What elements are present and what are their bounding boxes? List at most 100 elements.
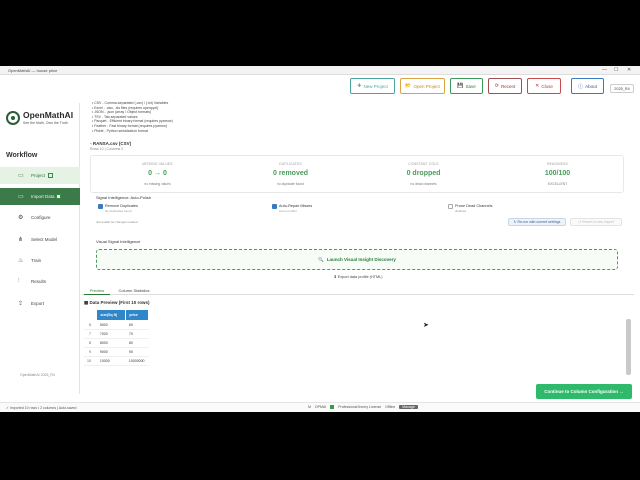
main-panel: • CSV - Comma-separated (.csv) / (.txt) … <box>82 101 634 399</box>
sidebar-item-label: Results <box>31 279 47 284</box>
close-icon: ✕ <box>535 83 540 89</box>
history-icon: ⟳ <box>494 83 499 89</box>
table-cell: 8000 <box>96 338 126 348</box>
data-preview-title-text: Data Preview (First 10 rows) <box>89 300 150 305</box>
about-button[interactable]: ⓘ About <box>571 78 604 94</box>
auto-polish-options: Remove Duplicates No duplicates found Au… <box>96 200 624 234</box>
sidebar-item-results[interactable]: ⫶ Results <box>0 273 80 290</box>
status-bar: ✓ Imported 10 rows • 2 columns | Auto-sa… <box>0 402 640 412</box>
save-button[interactable]: 💾 Save <box>450 78 483 94</box>
stat-sub: no dead channels <box>410 182 437 186</box>
supported-formats-list: • CSV - Comma-separated (.csv) / (.txt) … <box>92 101 173 133</box>
vertical-scrollbar[interactable] <box>626 319 631 375</box>
new-project-button[interactable]: ✚ New Project <box>350 78 395 94</box>
format-item: • Feather - Fast binary format (requires… <box>92 123 167 128</box>
stat-sub: no missing values <box>144 182 171 186</box>
window-title: OpenMathAI — house price <box>8 68 58 73</box>
continue-button[interactable]: Continue to Column Configuration → <box>536 384 632 399</box>
version-badge: 2025_R4 <box>610 84 634 93</box>
stat-readiness: READINESS 100/100 EXCELLENT <box>491 156 624 194</box>
done-check-icon <box>48 173 53 178</box>
table-row: 8 8000 80 <box>84 338 149 348</box>
table-cell: 90 <box>125 347 149 357</box>
stat-value: 0 removed <box>272 170 309 177</box>
option-label: Remove Duplicates <box>105 204 138 208</box>
revert-button[interactable]: ↺ Revert to raw import <box>570 218 622 226</box>
stat-sub: no duplicate found <box>277 182 304 186</box>
close-window-icon[interactable]: ✕ <box>627 66 631 75</box>
row-index: 9 <box>84 347 97 357</box>
about-label: About <box>585 83 597 89</box>
stat-label: CONSTANT COLS <box>408 162 439 166</box>
checkbox-unchecked[interactable] <box>448 204 453 209</box>
logo-mark-icon <box>6 111 20 125</box>
table-cell: 80 <box>125 338 149 348</box>
stat-label: DUPLICATES <box>279 162 302 166</box>
option-desc: No duplicates found <box>105 209 132 213</box>
launch-visual-insight-button[interactable]: 🔍 Launch Visual Insight Discovery <box>96 249 618 270</box>
table-row: 9 9000 90 <box>84 347 149 357</box>
model-tree-icon: ⋔ <box>18 237 24 243</box>
option-label: Prune Dead Channels <box>455 204 493 208</box>
table-cell: 10000 <box>96 356 126 366</box>
table-cell: 10000000 <box>125 356 149 366</box>
visual-intelligence-title: Visual Signal Intelligence <box>96 239 141 244</box>
stat-sub: EXCELLENT <box>547 182 568 186</box>
minimize-icon[interactable]: — <box>602 66 607 75</box>
open-project-label: Open Project <box>413 83 440 89</box>
tab-column-statistics[interactable]: Column Statistics <box>114 286 154 295</box>
open-project-button[interactable]: 📂 Open Project <box>400 78 445 94</box>
sidebar-item-select-model[interactable]: ⋔ Select Model <box>0 231 80 248</box>
sidebar-item-label: Configure <box>31 215 51 220</box>
table-row: 6 5000 60 <box>84 320 149 330</box>
checkbox-checked[interactable] <box>98 204 103 209</box>
stat-constant-cols: CONSTANT COLS 0 dropped no dead channels <box>357 156 490 194</box>
rerun-button[interactable]: ↻ Re-run with current settings <box>508 218 566 226</box>
manage-license-button[interactable]: Manage <box>399 405 418 409</box>
license-icon: M <box>308 405 311 409</box>
data-preview-title: ▦ Data Preview (First 10 rows) <box>84 300 150 306</box>
file-name-text: RANSA.csv (CSV) <box>92 141 132 146</box>
close-label: Close <box>541 83 553 89</box>
export-profile-label: Export data profile (HTML) <box>337 275 383 279</box>
export-profile-link[interactable]: ⬇ Export data profile (HTML) <box>82 274 634 279</box>
stat-value: 0 → 0 <box>148 170 167 177</box>
auto-repair-option[interactable]: Auto-Repair Misses zeros to NaN <box>272 204 312 213</box>
new-project-label: New Project <box>363 83 388 89</box>
sidebar-item-project[interactable]: ▭ Project <box>0 167 80 184</box>
recent-label: Recent <box>500 83 516 89</box>
sidebar-item-label: Select Model <box>31 237 58 242</box>
sidebar-item-label: Import Data <box>31 194 55 199</box>
sidebar-item-import-data[interactable]: ▭ Import Data <box>0 188 80 205</box>
app-window: OpenMathAI — house price — ☐ ✕ ✚ New Pro… <box>0 66 640 412</box>
column-header <box>84 309 97 321</box>
preview-tabs: Preview Column Statistics <box>82 285 634 295</box>
sidebar-item-configure[interactable]: ⚙ Configure <box>0 209 80 226</box>
done-check-icon <box>56 194 61 199</box>
option-desc: disabled <box>455 209 467 213</box>
sidebar-item-export[interactable]: ⇪ Export <box>0 295 80 312</box>
results-icon: ⫶ <box>18 278 20 284</box>
folder-icon: 📂 <box>405 83 412 89</box>
launch-visual-insight-label: Launch Visual Insight Discovery <box>326 257 396 262</box>
info-icon: ⓘ <box>578 83 584 90</box>
license-info: M OPMAI Professional theory License Offl… <box>308 405 418 409</box>
checkbox-checked[interactable] <box>272 204 277 209</box>
maximize-icon[interactable]: ☐ <box>614 66 618 75</box>
tab-preview[interactable]: Preview <box>84 286 110 295</box>
data-icon: ▭ <box>18 194 24 200</box>
row-index: 7 <box>84 329 97 339</box>
logo-name: OpenMathAI <box>23 110 74 120</box>
remove-duplicates-option[interactable]: Remove Duplicates No duplicates found <box>98 204 138 213</box>
close-project-button[interactable]: ✕ Close <box>527 78 561 94</box>
file-icon: ▪ <box>90 141 92 146</box>
mouse-cursor-icon: ➤ <box>423 322 429 329</box>
prune-dead-channels-option[interactable]: Prune Dead Channels disabled <box>448 204 492 213</box>
table-cell: 7000 <box>96 329 126 339</box>
train-icon: ♨ <box>18 258 24 264</box>
sidebar-item-train[interactable]: ♨ Train <box>0 252 80 269</box>
row-index: 10 <box>84 356 97 366</box>
recent-button[interactable]: ⟳ Recent <box>488 78 522 94</box>
sidebar: OpenMathAI See the Math, Own the Truth W… <box>0 103 80 394</box>
license-id: OPMAI <box>314 405 327 409</box>
